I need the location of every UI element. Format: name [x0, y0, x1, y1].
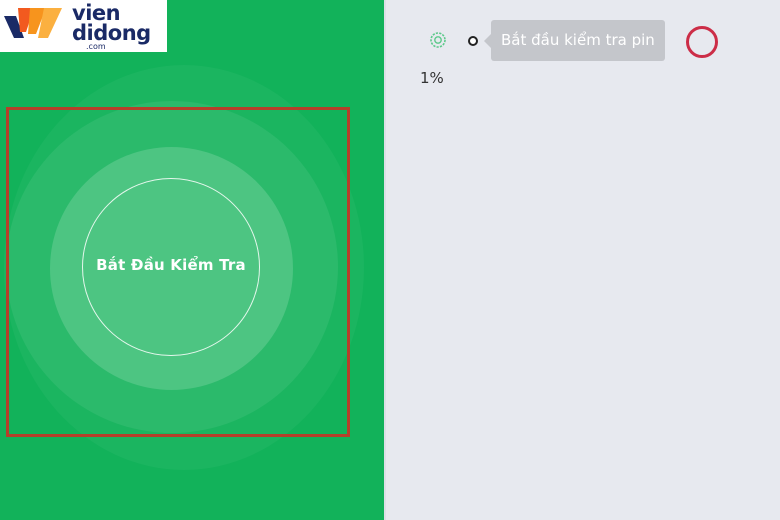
highlight-frame: [6, 107, 350, 437]
record-button[interactable]: [686, 26, 718, 58]
battery-percent: 1%: [420, 69, 444, 87]
start-test-tooltip: Bắt đầu kiểm tra pin: [484, 20, 665, 61]
logo-text-didong: didong: [72, 21, 151, 45]
logo-mark-icon: [4, 8, 62, 38]
gear-icon[interactable]: [429, 31, 447, 49]
dot-indicator-icon: [468, 36, 478, 46]
site-logo: vien didong .com: [0, 0, 167, 52]
panel-divider: [384, 0, 386, 520]
screenshot-stage: Bắt Đầu Kiểm Tra vien didong .com Bắt đầ…: [0, 0, 780, 520]
logo-text-domain: .com: [86, 42, 106, 51]
